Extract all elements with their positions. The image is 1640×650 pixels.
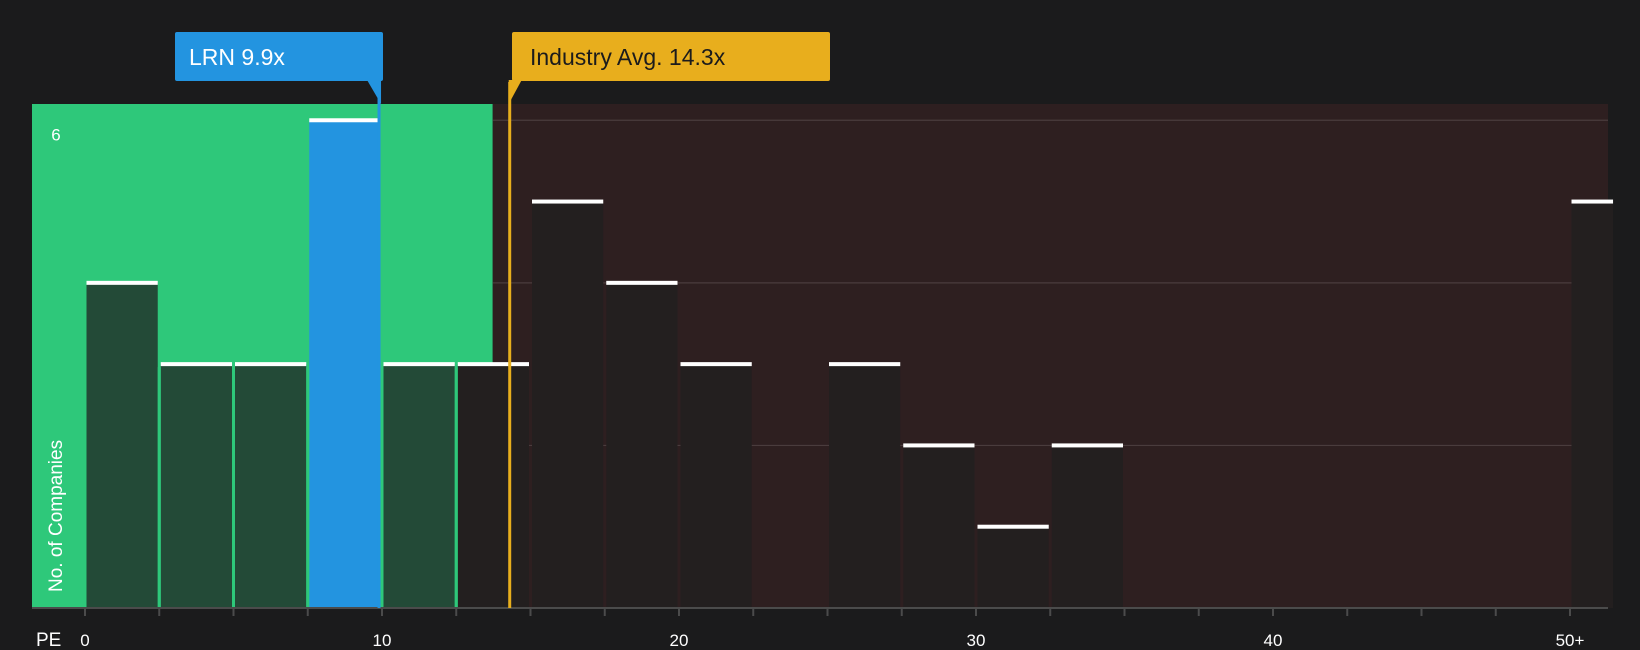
bar-top-cap	[829, 362, 901, 367]
bar-top-cap	[309, 118, 381, 123]
bar-top-cap	[606, 280, 678, 285]
x-tick-label: 10	[373, 631, 392, 650]
histogram-bar	[680, 364, 752, 608]
histogram-bar	[829, 364, 901, 608]
x-axis-title: PE	[36, 630, 61, 650]
histogram-bar	[383, 364, 455, 608]
histogram-bar	[1571, 201, 1614, 608]
y-tick-label: 6	[51, 125, 60, 144]
bar-top-cap	[903, 443, 975, 448]
industry-callout: Industry Avg. 14.3x	[512, 32, 830, 81]
x-tick-label: 40	[1264, 631, 1283, 650]
histogram-bar	[309, 120, 381, 609]
histogram-bar	[532, 201, 604, 608]
bar-top-cap	[86, 280, 158, 285]
bar-top-cap	[383, 362, 455, 367]
company-callout: LRN 9.9x	[175, 32, 383, 81]
histogram-bar	[160, 364, 232, 608]
x-tick-label: 0	[80, 631, 89, 650]
histogram-bar	[1051, 445, 1123, 608]
y-axis-title: No. of Companies	[46, 440, 67, 592]
histogram-bar	[977, 526, 1049, 608]
x-tick-label: 30	[967, 631, 986, 650]
histogram-bar	[235, 364, 307, 608]
x-tick-label: 20	[670, 631, 689, 650]
bar-top-cap	[977, 524, 1049, 529]
bar-top-cap	[532, 199, 604, 204]
bar-top-cap	[1051, 443, 1123, 448]
chart-svg: 0 10 20 30 40 50+ 6 PE No. of Companies LRN 9.…	[32, 32, 1614, 650]
company-callout-label: LRN 9.9x	[189, 44, 285, 70]
bar-top-cap	[1571, 199, 1614, 204]
histogram-bar	[457, 364, 529, 608]
bar-top-cap	[680, 362, 752, 367]
industry-callout-label: Industry Avg. 14.3x	[530, 44, 726, 70]
pe-distribution-chart: 0 10 20 30 40 50+ 6 PE No. of Companies LRN 9.…	[0, 0, 1640, 650]
histogram-bar	[86, 282, 158, 608]
bar-top-cap	[160, 362, 232, 367]
bar-top-cap	[457, 362, 529, 367]
x-tick-label: 50+	[1556, 631, 1585, 650]
histogram-bar	[606, 282, 678, 608]
bar-top-cap	[235, 362, 307, 367]
histogram-bar	[903, 445, 975, 608]
